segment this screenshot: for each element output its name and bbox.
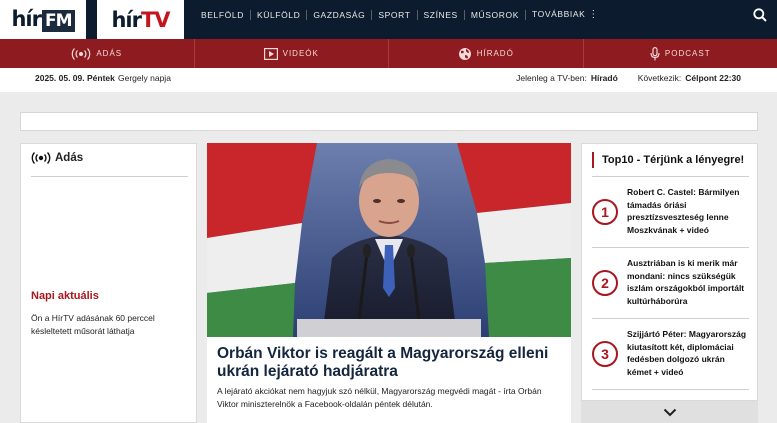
hirfm-logo[interactable]: hír FM <box>0 0 86 39</box>
tv-schedule: Jelenleg a TV-ben: Híradó Következik: Cé… <box>516 73 741 83</box>
hirtv-logo-accent: TV <box>140 7 171 32</box>
top10-item-1[interactable]: 1 Robert C. Castel: Bármilyen támadás ór… <box>592 177 749 248</box>
media-adas[interactable]: ADÁS <box>0 39 195 68</box>
next-label: Következik: <box>637 73 682 83</box>
nav-sport[interactable]: SPORT <box>372 9 418 20</box>
top10-panel: Top10 - Térjünk a lényegre! 1 Robert C. … <box>581 143 758 401</box>
hirfm-logo-main: hír <box>11 7 41 31</box>
broadcast-icon <box>72 47 91 60</box>
lead-article[interactable]: Orbán Viktor is reagált a Magyarország e… <box>207 143 571 423</box>
ad-banner <box>20 112 758 131</box>
main-nav: BELFÖLD KÜLFÖLD GAZDASÁG SPORT SZÍNES MŰ… <box>195 0 605 29</box>
divider <box>31 176 188 177</box>
top10-expand-button[interactable] <box>581 401 758 423</box>
article-image[interactable] <box>207 143 571 337</box>
search-icon <box>753 7 767 22</box>
nav-gazdasag[interactable]: GAZDASÁG <box>307 9 373 20</box>
live-heading-label: Adás <box>55 152 84 164</box>
globe-icon <box>458 47 471 60</box>
top-navigation-bar: hír FM hírTV BELFÖLD KÜLFÖLD GAZDASÁG SPO… <box>0 0 777 39</box>
nav-belfold[interactable]: BELFÖLD <box>195 9 251 20</box>
current-date: 2025. 05. 09. Péntek <box>35 73 115 83</box>
nav-musorok[interactable]: MŰSOROK <box>465 9 526 20</box>
top10-item-3[interactable]: 3 Szijjártó Péter: Magyarország kiutasít… <box>592 319 749 390</box>
media-podcast-label: PODCAST <box>664 49 711 58</box>
media-podcast[interactable]: PODCAST <box>584 39 777 68</box>
search-button[interactable] <box>743 0 777 29</box>
media-videok[interactable]: VIDEÓK <box>195 39 389 68</box>
live-heading: Adás <box>31 152 83 164</box>
top10-item-title: Ausztriában is ki merik már mondani: nin… <box>627 258 745 306</box>
top10-title: Top10 - Térjünk a lényegre! <box>592 152 744 168</box>
daily-current-title[interactable]: Napi aktuális <box>31 290 99 302</box>
hirtv-logo-main: hír <box>111 7 141 32</box>
media-videok-label: VIDEÓK <box>282 49 319 58</box>
rank-number: 1 <box>592 199 618 225</box>
nameday: Gergely napja <box>118 73 171 83</box>
daily-current-text: Ön a HírTV adásának 60 perccel késleltet… <box>31 313 155 336</box>
speaker-photo <box>207 143 571 337</box>
chevron-down-icon <box>663 408 676 416</box>
nav-szines[interactable]: SZÍNES <box>418 9 465 20</box>
next-value[interactable]: Célpont 22:30 <box>685 73 741 83</box>
media-hirado[interactable]: HÍRADÓ <box>389 39 584 68</box>
nav-kulfold[interactable]: KÜLFÖLD <box>251 9 308 20</box>
media-bar: ADÁS VIDEÓK HÍRADÓ PODCAST <box>0 39 777 68</box>
media-hirado-label: HÍRADÓ <box>476 49 514 58</box>
top10-item-2[interactable]: 2 Ausztriában is ki merik már mondani: n… <box>592 248 749 319</box>
top10-item-title: Szijjártó Péter: Magyarország kiutasítot… <box>627 329 747 377</box>
media-adas-label: ADÁS <box>96 49 123 58</box>
now-label: Jelenleg a TV-ben: <box>516 73 587 83</box>
play-icon <box>263 47 278 60</box>
rank-number: 3 <box>592 341 618 367</box>
broadcast-icon <box>31 152 51 164</box>
rank-number: 2 <box>592 270 618 296</box>
hirfm-logo-box: FM <box>41 10 75 32</box>
top10-item-title: Robert C. Castel: Bármilyen támadás óriá… <box>627 187 740 235</box>
microphone-icon <box>650 46 660 60</box>
article-lead: A lejárató akciókat nem hagyjuk szó nélk… <box>217 386 542 409</box>
info-bar: 2025. 05. 09. Péntek Gergely napja Jelen… <box>0 68 777 92</box>
now-value[interactable]: Híradó <box>591 73 618 83</box>
article-headline[interactable]: Orbán Viktor is reagált a Magyarország e… <box>217 345 563 381</box>
nav-tovabbiak[interactable]: TOVÁBBIAK ⋮ <box>526 9 605 20</box>
live-broadcast-panel: Adás Napi aktuális Ön a HírTV adásának 6… <box>20 143 197 423</box>
more-vertical-icon: ⋮ <box>588 8 600 20</box>
nav-tovabbiak-label: TOVÁBBIAK <box>531 9 586 20</box>
hirtv-logo[interactable]: hírTV <box>97 0 184 39</box>
